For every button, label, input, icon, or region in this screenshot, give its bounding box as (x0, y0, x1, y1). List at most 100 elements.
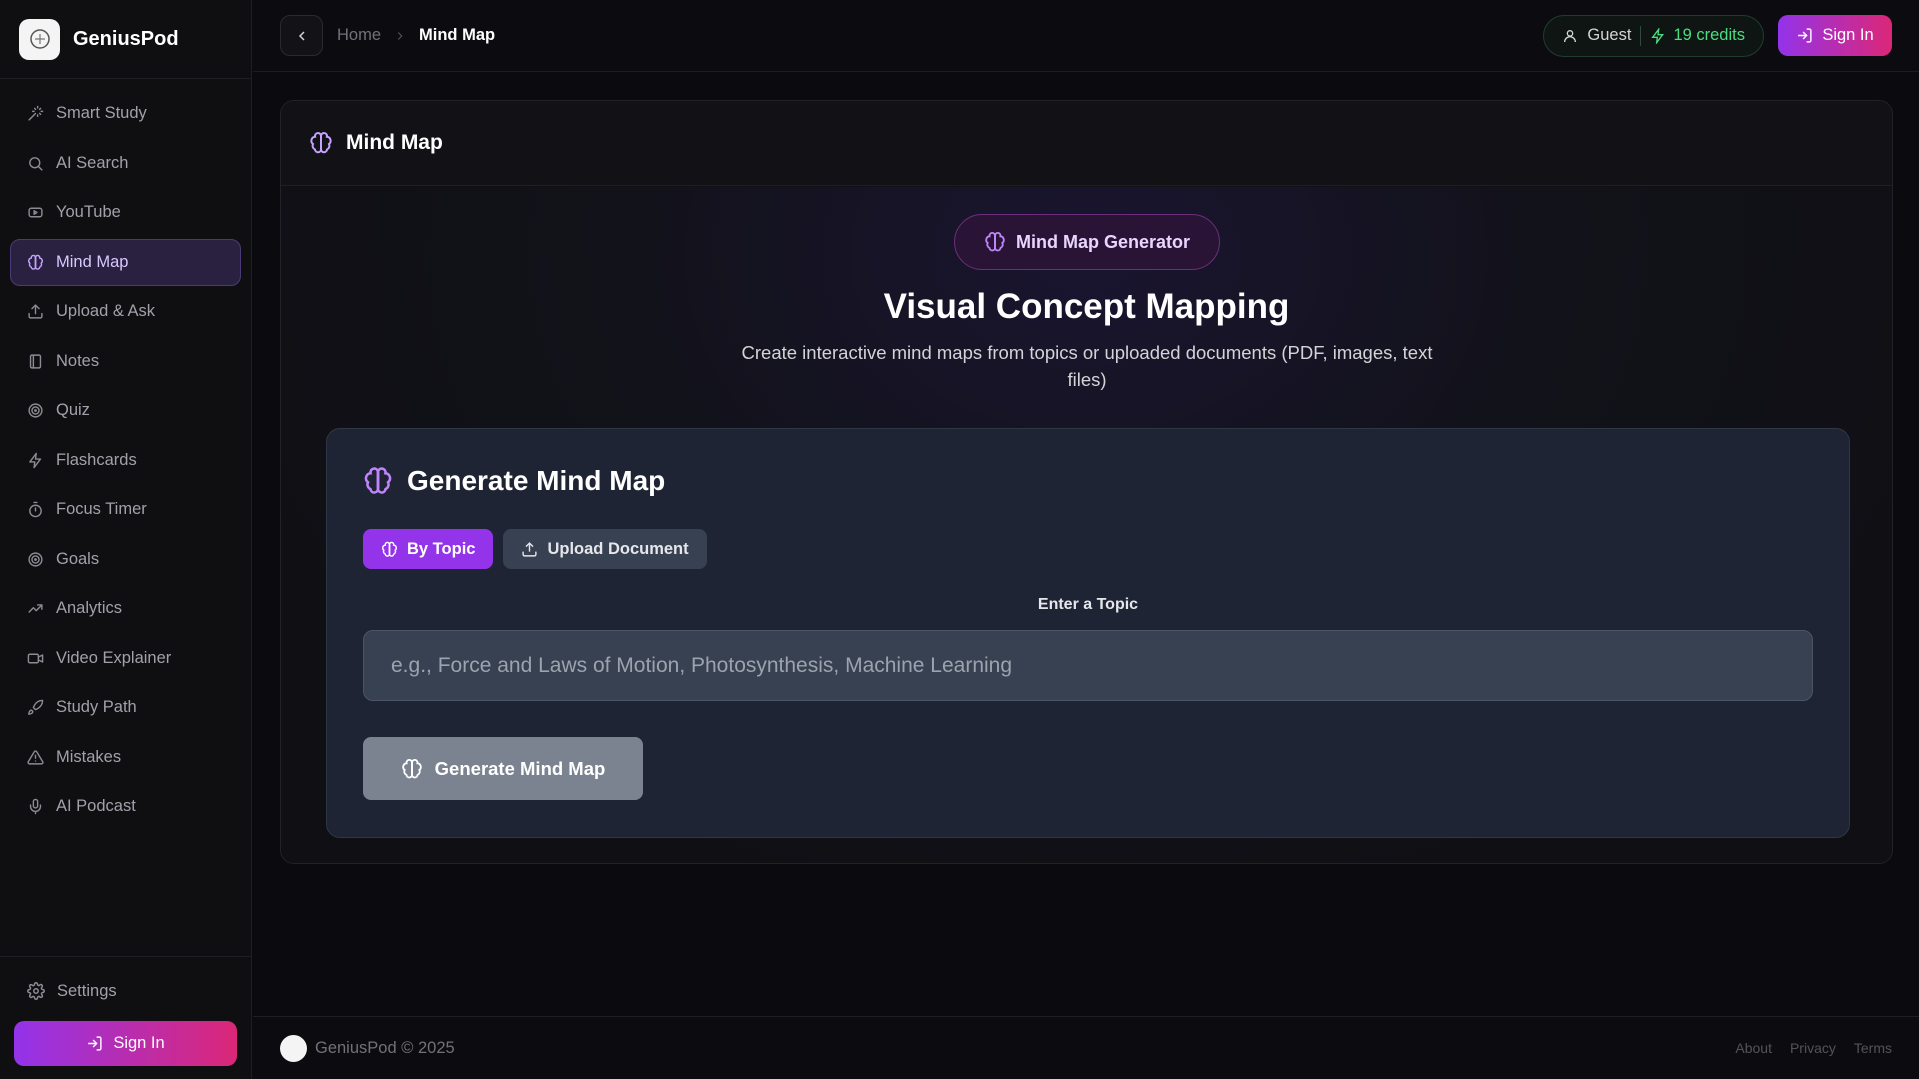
brain-icon (381, 541, 398, 558)
chevron-left-icon (294, 28, 310, 44)
copyright: GeniusPod © 2025 (315, 1038, 455, 1057)
sidebar-item-label: Notes (56, 351, 100, 370)
sidebar: GeniusPod Smart Study AI Search YouTube … (0, 0, 252, 1079)
sidebar-item-focus-timer[interactable]: Focus Timer (10, 486, 241, 534)
sidebar-item-upload-ask[interactable]: Upload & Ask (10, 288, 241, 336)
footer-link-about[interactable]: About (1735, 1040, 1772, 1056)
credits-status: 19 credits (1650, 26, 1745, 45)
sidebar-item-label: Quiz (56, 401, 90, 420)
target-icon (27, 551, 44, 568)
footer-link-privacy[interactable]: Privacy (1790, 1040, 1836, 1056)
trending-up-icon (27, 600, 44, 617)
sidebar-item-label: Upload & Ask (56, 302, 156, 321)
panel-header: Mind Map (281, 101, 1892, 186)
sidebar-item-label: Flashcards (56, 450, 137, 469)
video-icon (27, 650, 44, 667)
footer-links: About Privacy Terms (1735, 1040, 1892, 1056)
rocket-icon (27, 699, 44, 716)
generate-button-label: Generate Mind Map (434, 757, 606, 779)
sidebar-item-label: Mind Map (56, 252, 129, 271)
headline: Visual Concept Mapping (883, 287, 1290, 326)
gear-icon (27, 982, 45, 1000)
tab-upload-document[interactable]: Upload Document (503, 529, 707, 569)
chevron-right-icon (393, 29, 407, 43)
subtitle: Create interactive mind maps from topics… (741, 342, 1433, 390)
divider (1640, 25, 1642, 46)
topbar-signin-button[interactable]: Sign In (1778, 15, 1892, 56)
sidebar-item-label: Study Path (56, 698, 137, 717)
sidebar-item-notes[interactable]: Notes (10, 338, 241, 386)
badge-label: Mind Map Generator (1015, 231, 1190, 252)
tab-label: Upload Document (547, 539, 689, 558)
brain-icon (401, 758, 423, 780)
breadcrumb-current: Mind Map (419, 26, 496, 44)
sidebar-signin-button[interactable]: Sign In (14, 1021, 237, 1066)
topbar-actions: Guest 19 credits Sign In (1543, 14, 1892, 57)
sidebar-item-study-path[interactable]: Study Path (10, 684, 241, 732)
sidebar-item-ai-podcast[interactable]: AI Podcast (10, 783, 241, 831)
guest-label: Guest (1587, 26, 1632, 44)
sidebar-nav: Smart Study AI Search YouTube Mind Map U… (0, 79, 251, 842)
app-name: GeniusPod (73, 27, 179, 50)
zap-icon (1650, 27, 1666, 44)
topic-field-label: Enter a Topic (1037, 596, 1139, 613)
upload-icon (27, 303, 44, 320)
footer-link-terms[interactable]: Terms (1854, 1040, 1892, 1056)
mode-tabs: By Topic Upload Document (363, 529, 707, 569)
page-title: Mind Map (346, 131, 443, 154)
microphone-icon (27, 798, 44, 815)
topic-input[interactable] (363, 630, 1813, 701)
sidebar-item-analytics[interactable]: Analytics (10, 585, 241, 633)
brain-icon (27, 254, 44, 271)
sidebar-item-youtube[interactable]: YouTube (10, 189, 241, 237)
signin-label: Sign In (113, 1034, 165, 1052)
target-icon (27, 402, 44, 419)
brand[interactable]: GeniusPod (0, 0, 251, 79)
sidebar-item-quiz[interactable]: Quiz (10, 387, 241, 435)
tab-by-topic[interactable]: By Topic (363, 529, 494, 569)
sidebar-item-flashcards[interactable]: Flashcards (10, 437, 241, 485)
sidebar-footer: Settings Sign In (0, 956, 251, 1079)
account-status[interactable]: Guest 19 credits (1543, 14, 1764, 57)
form-title-label: Generate Mind Map (407, 465, 666, 496)
sidebar-item-label: Goals (56, 549, 100, 568)
guest-status: Guest (1562, 26, 1631, 45)
sidebar-item-video-explainer[interactable]: Video Explainer (10, 635, 241, 683)
breadcrumb: Home Mind Map (337, 26, 495, 45)
notebook-icon (27, 353, 44, 370)
brain-icon (984, 231, 1006, 253)
brain-icon (363, 466, 393, 496)
sidebar-item-mind-map[interactable]: Mind Map (10, 238, 241, 286)
sidebar-item-goals[interactable]: Goals (10, 536, 241, 584)
breadcrumb-home[interactable]: Home (337, 26, 381, 45)
zap-icon (27, 452, 44, 469)
app-logo (19, 18, 60, 60)
search-icon (27, 155, 44, 172)
sidebar-item-ai-search[interactable]: AI Search (10, 140, 241, 188)
panel-body: Mind Map Generator Visual Concept Mappin… (281, 187, 1892, 863)
upload-icon (521, 541, 538, 558)
signin-label: Sign In (1822, 26, 1874, 44)
sidebar-item-label: Focus Timer (56, 500, 147, 519)
sidebar-item-label: Video Explainer (56, 648, 172, 667)
back-button[interactable] (280, 15, 323, 56)
settings-button[interactable]: Settings (14, 971, 237, 1011)
footer-logo (280, 1034, 307, 1062)
login-icon (86, 1035, 103, 1052)
generate-form: Generate Mind Map By Topic Upload Docume… (326, 428, 1850, 838)
sidebar-item-label: AI Podcast (56, 797, 136, 816)
topbar: Home Mind Map Guest 19 credits Sign In (253, 0, 1919, 72)
wand-icon (27, 105, 44, 122)
generate-button[interactable]: Generate Mind Map (363, 737, 643, 800)
footer: GeniusPod © 2025 About Privacy Terms (253, 1016, 1919, 1079)
sidebar-item-label: Smart Study (56, 104, 147, 123)
sidebar-item-label: AI Search (56, 153, 129, 172)
sidebar-item-smart-study[interactable]: Smart Study (10, 90, 241, 138)
sidebar-item-label: Analytics (56, 599, 123, 618)
warning-icon (27, 749, 44, 766)
sidebar-item-mistakes[interactable]: Mistakes (10, 734, 241, 782)
credits-label: 19 credits (1673, 26, 1745, 44)
main-panel: Mind Map Mind Map Generator Visual Conce… (280, 100, 1893, 864)
login-icon (1796, 27, 1813, 44)
brain-icon (309, 131, 333, 155)
